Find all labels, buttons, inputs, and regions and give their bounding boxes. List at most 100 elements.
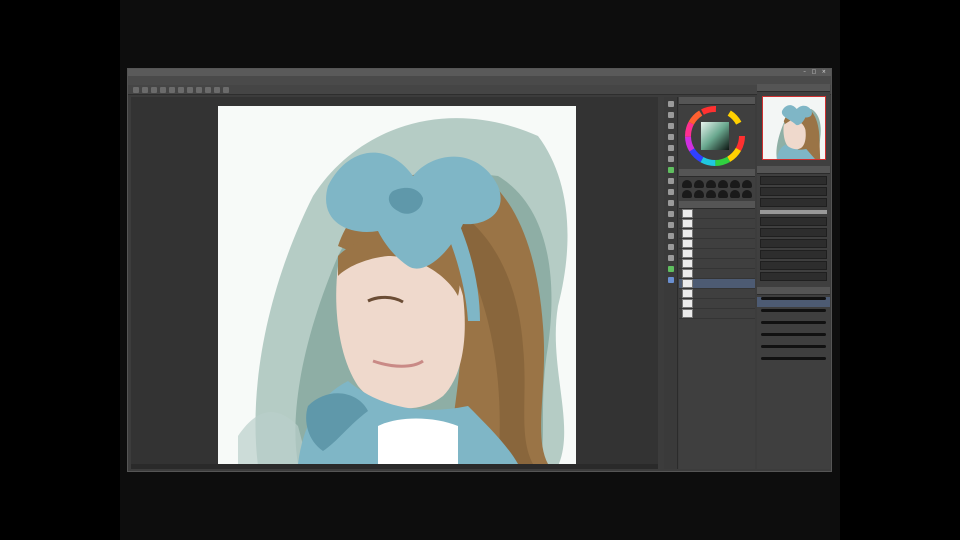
layer-thumbnail [682,299,693,308]
layer-row[interactable] [679,249,755,259]
color-wheel-icon[interactable] [679,105,755,167]
canvas[interactable] [218,106,576,464]
zoom-icon[interactable] [667,101,674,107]
brush-size-cell[interactable] [718,180,728,188]
sub-tool-selected[interactable] [757,297,830,307]
tool-strip [664,97,678,469]
fill-icon[interactable] [667,211,674,217]
brush-icon[interactable] [667,167,674,173]
layer-thumbnail [682,309,693,318]
brush-size-cell[interactable] [718,190,728,198]
brush-size-cell[interactable] [730,190,740,198]
brush-size-grid [679,177,755,201]
new-file-icon[interactable] [133,86,139,93]
layer-row-selected[interactable] [679,279,755,289]
layer-row[interactable] [679,229,755,239]
select-icon[interactable] [667,123,674,129]
save-icon[interactable] [151,86,157,93]
figure-icon[interactable] [667,233,674,239]
brush-size-cell[interactable] [742,190,752,198]
brush-size-cell[interactable] [742,180,752,188]
transform-icon[interactable] [196,86,202,93]
open-file-icon[interactable] [142,86,148,93]
layer-thumbnail [682,289,693,298]
brush-size-cell[interactable] [694,190,704,198]
ruler-icon[interactable] [667,255,674,261]
undo-icon[interactable] [160,86,166,93]
layer-row[interactable] [679,269,755,279]
brush-size-cell[interactable] [694,180,704,188]
eraser-icon[interactable] [667,200,674,206]
tool-property-header [757,166,830,174]
property-control[interactable] [760,261,827,270]
layer-thumbnail [682,229,693,238]
brush-size-slider[interactable] [760,210,827,214]
property-control[interactable] [760,176,827,185]
layer-row[interactable] [679,289,755,299]
sub-color-swatch[interactable] [667,277,674,283]
property-control[interactable] [760,217,827,226]
pen-icon[interactable] [667,145,674,151]
layer-row[interactable] [679,239,755,249]
painting-illustration [218,106,576,464]
property-control[interactable] [760,187,827,196]
brush-size-cell[interactable] [730,180,740,188]
layer-row[interactable] [679,309,755,319]
layer-thumbnail [682,209,693,218]
title-bar: – □ × [128,69,831,76]
sub-tool-item[interactable] [757,345,830,355]
property-control[interactable] [760,198,827,207]
gradient-icon[interactable] [667,222,674,228]
layer-row[interactable] [679,299,755,309]
layer-row[interactable] [679,259,755,269]
brush-stroke-preview [761,321,826,324]
deselect-icon[interactable] [205,86,211,93]
color-and-brush-panel [679,97,755,469]
layer-row[interactable] [679,219,755,229]
brush-size-cell[interactable] [682,190,692,198]
navigator-panel-header [757,84,830,92]
property-control[interactable] [760,239,827,248]
layer-thumbnail [682,239,693,248]
blend-icon[interactable] [667,189,674,195]
brush-size-cell[interactable] [682,180,692,188]
navigator-thumbnail[interactable] [762,96,826,160]
pencil-icon[interactable] [667,156,674,162]
text-icon[interactable] [667,244,674,250]
brush-size-cell[interactable] [706,190,716,198]
sub-tool-header [757,287,830,295]
canvas-workspace [131,97,658,469]
redo-icon[interactable] [169,86,175,93]
brush-size-panel-header [679,169,755,177]
move-icon[interactable] [667,112,674,118]
layer-thumbnail [682,269,693,278]
clear-icon[interactable] [178,86,184,93]
airbrush-icon[interactable] [667,178,674,184]
crop-icon[interactable] [223,86,229,93]
status-bar [131,464,658,469]
brush-stroke-preview [761,333,826,336]
brush-size-cell[interactable] [706,180,716,188]
layer-panel-header [679,201,755,209]
sub-tool-item[interactable] [757,321,830,331]
brush-stroke-preview [761,345,826,348]
color-wheel-panel-header [679,97,755,105]
property-control[interactable] [760,250,827,259]
navigator-and-properties-panel [757,84,830,469]
select-all-icon[interactable] [214,86,220,93]
layer-row[interactable] [679,209,755,219]
sub-tool-item[interactable] [757,309,830,319]
property-control[interactable] [760,228,827,237]
brush-stroke-preview [761,297,826,300]
sub-tool-item[interactable] [757,333,830,343]
layer-thumbnail [682,219,693,228]
main-color-swatch[interactable] [667,266,674,272]
layer-thumbnail [682,259,693,268]
fill-icon[interactable] [187,86,193,93]
sub-tool-item[interactable] [757,357,830,367]
command-bar [128,85,831,95]
paint-application-window: – □ × [127,68,832,472]
property-control[interactable] [760,272,827,281]
window-controls[interactable]: – □ × [803,69,828,76]
eyedropper-icon[interactable] [667,134,674,140]
